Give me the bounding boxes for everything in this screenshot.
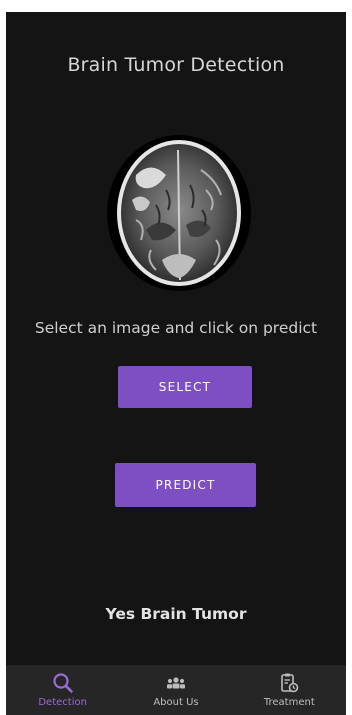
clipboard-icon [281,673,299,693]
search-icon [53,673,73,693]
nav-label-detection: Detection [38,697,87,708]
app-screen: Brain Tumor Detection Select an image an… [6,12,346,715]
nav-item-detection[interactable]: Detection [6,665,119,715]
brain-mri-image [107,135,251,291]
instruction-text: Select an image and click on predict [34,319,318,337]
people-icon [166,677,185,689]
nav-label-treatment: Treatment [263,697,315,708]
bottom-navigation: Detection About Us Treatment [6,665,346,715]
nav-item-about-us[interactable]: About Us [119,665,232,715]
prediction-result: Yes Brain Tumor [105,605,247,623]
predict-button[interactable]: PREDICT [115,463,256,507]
nav-label-about-us: About Us [153,697,199,708]
select-button[interactable]: SELECT [118,366,252,408]
page-title: Brain Tumor Detection [67,54,285,76]
nav-item-treatment[interactable]: Treatment [233,665,346,715]
